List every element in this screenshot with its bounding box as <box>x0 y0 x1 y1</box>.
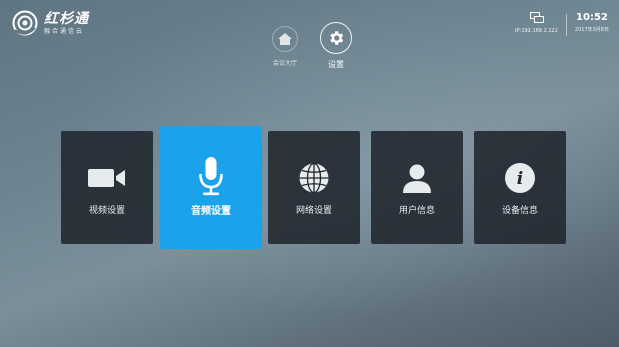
card-user-info[interactable]: 用户信息 <box>371 131 463 244</box>
top-navigation: 会议大厅 设置 <box>5 22 619 70</box>
card-user-info-label: 用户信息 <box>398 206 435 216</box>
card-network-settings-label: 网络设置 <box>295 206 332 216</box>
home-icon <box>272 26 298 52</box>
settings-cards: 视频设置 音频设置 网络设置 用户信息 i 设备信息 <box>61 126 577 249</box>
nav-meeting-hall-label: 会议大厅 <box>272 60 297 67</box>
card-video-settings-label: 视频设置 <box>88 206 125 216</box>
nav-settings[interactable]: 设置 <box>320 22 352 70</box>
svg-text:i: i <box>517 169 523 189</box>
user-icon <box>398 159 436 197</box>
nav-meeting-hall[interactable]: 会议大厅 <box>272 22 298 70</box>
card-device-info[interactable]: i 设备信息 <box>474 131 566 244</box>
card-device-info-label: 设备信息 <box>501 206 538 216</box>
card-audio-settings[interactable]: 音频设置 <box>160 126 262 249</box>
card-video-settings[interactable]: 视频设置 <box>61 131 153 244</box>
gear-icon <box>320 22 352 54</box>
nav-settings-label: 设置 <box>328 60 344 69</box>
microphone-icon <box>192 157 230 196</box>
card-network-settings[interactable]: 网络设置 <box>268 131 360 244</box>
globe-icon <box>295 159 333 197</box>
card-audio-settings-label: 音频设置 <box>191 206 231 217</box>
video-camera-icon <box>88 159 126 197</box>
info-icon: i <box>501 159 539 197</box>
